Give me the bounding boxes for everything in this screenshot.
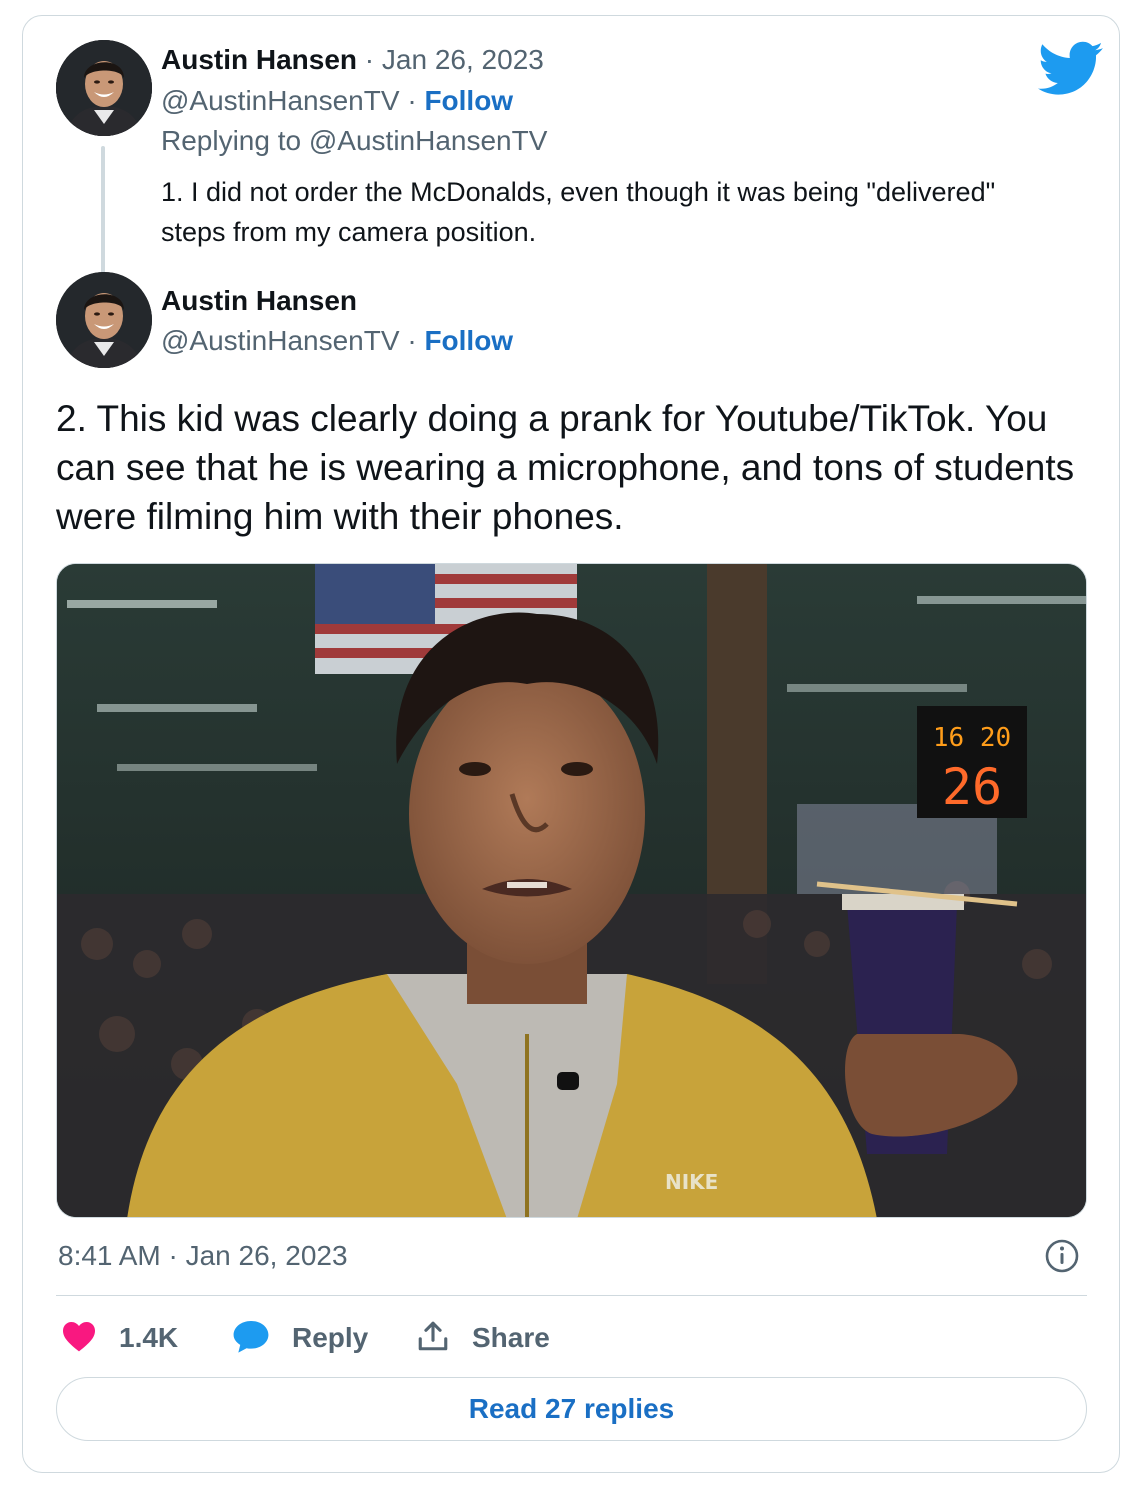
replying-prefix: Replying to bbox=[161, 125, 309, 156]
parent-handle-row: @AustinHansenTV · Follow bbox=[161, 84, 513, 118]
tweet-embed-card: Austin Hansen · Jan 26, 2023 @AustinHans… bbox=[22, 15, 1120, 1473]
author-handle[interactable]: @AustinHansenTV bbox=[161, 85, 400, 116]
reply-button[interactable]: Reply bbox=[232, 1316, 368, 1360]
follow-button[interactable]: Follow bbox=[424, 325, 513, 356]
replying-to-row: Replying to @AustinHansenTV bbox=[161, 124, 547, 158]
tweet-timestamp[interactable]: 8:41 AM · Jan 26, 2023 bbox=[58, 1238, 348, 1274]
parent-tweet-text: 1. I did not order the McDonalds, even t… bbox=[161, 177, 996, 247]
jacket-brand-logo: NIKE bbox=[665, 1170, 718, 1194]
thread-connector-line bbox=[101, 146, 105, 278]
info-icon[interactable] bbox=[1044, 1238, 1080, 1274]
reply-label: Reply bbox=[292, 1322, 369, 1353]
tweet-media-photo[interactable]: 16 20 26 NIKE bbox=[56, 563, 1087, 1218]
main-handle-row: @AustinHansenTV · Follow bbox=[161, 324, 513, 358]
author-handle[interactable]: @AustinHansenTV bbox=[161, 325, 400, 356]
name-date-separator: · bbox=[357, 44, 382, 75]
heart-icon bbox=[61, 1320, 97, 1357]
share-upload-icon bbox=[416, 1319, 450, 1358]
main-tweet-text: 2. This kid was clearly doing a prank fo… bbox=[56, 398, 1075, 537]
tweet-date[interactable]: Jan 26, 2023 bbox=[382, 44, 544, 75]
main-author-row: Austin Hansen bbox=[161, 284, 357, 318]
like-button[interactable]: 1.4K bbox=[61, 1316, 178, 1360]
avatar[interactable] bbox=[56, 272, 152, 368]
author-name[interactable]: Austin Hansen bbox=[161, 285, 357, 316]
handle-separator: · bbox=[399, 85, 425, 116]
divider bbox=[56, 1295, 1087, 1296]
avatar[interactable] bbox=[56, 40, 152, 136]
share-button[interactable]: Share bbox=[416, 1316, 550, 1360]
scoreboard-top-digits: 16 20 bbox=[933, 723, 1011, 753]
scoreboard-bottom-digits: 26 bbox=[942, 758, 1002, 816]
parent-author-row: Austin Hansen · Jan 26, 2023 bbox=[161, 43, 544, 77]
speech-bubble-icon bbox=[232, 1318, 270, 1359]
follow-button[interactable]: Follow bbox=[424, 85, 513, 116]
handle-separator: · bbox=[399, 325, 425, 356]
shot-clock-scoreboard: 16 20 26 bbox=[917, 706, 1027, 818]
read-replies-button[interactable]: Read 27 replies bbox=[56, 1377, 1087, 1441]
share-label: Share bbox=[472, 1322, 550, 1353]
author-name[interactable]: Austin Hansen bbox=[161, 44, 357, 75]
like-count: 1.4K bbox=[119, 1322, 179, 1353]
replying-handle-link[interactable]: @AustinHansenTV bbox=[309, 125, 548, 156]
twitter-bird-icon[interactable] bbox=[1038, 41, 1104, 97]
